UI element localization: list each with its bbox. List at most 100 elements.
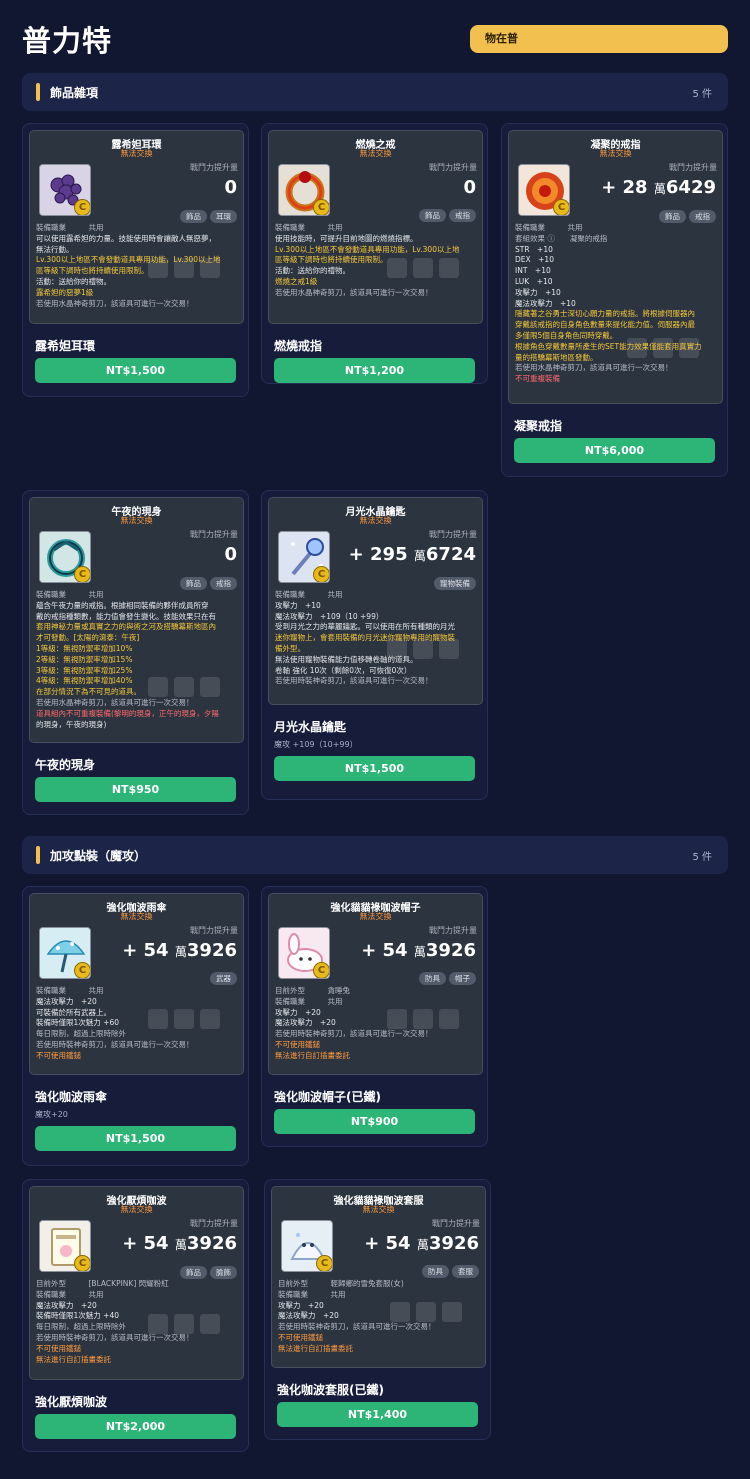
item-category-tag: 飾品 [659, 210, 686, 223]
no-trade-label: 無法交換 [359, 912, 392, 921]
no-trade-label: 無法交換 [362, 1205, 395, 1214]
item-category-tag: 飾品 [180, 210, 207, 223]
item-tags: 防具 套服 [422, 1265, 479, 1278]
card-item-name: 強化咖波帽子(已鐵) [274, 1090, 381, 1104]
tooltip-line: 才可發動。[太陽的瀉泰：午夜] [36, 633, 140, 643]
item-category-tag: 帽子 [449, 972, 476, 985]
tooltip-line: 區等級下調時也將持續使用限制。 [36, 266, 149, 276]
tooltip-line: 迷你寵物上，會套用裝備的月光迷你寵物專用的寵物裝 [275, 633, 455, 643]
tooltip-line: LUK +10 [515, 276, 553, 286]
power-increase-value: 0 [224, 544, 237, 565]
power-value: + 295 [348, 544, 408, 565]
item-tooltip[interactable]: 強化貓貓祿咖波帽子 無法交換 戰鬥力提升量 + 54 萬3926 C 防具 帽子 … [268, 893, 483, 1075]
buy-price-button[interactable]: NT$1,200 [274, 358, 475, 383]
tooltip-line: 受到月光之力的華麗鑰匙。可以使用在所有種類的月光 [275, 622, 455, 632]
product-card: 燃燒之戒 無法交換 戰鬥力提升量 0 C 飾品 戒指 裝備職業 共用 使用技能時，可… [261, 123, 488, 384]
power-increase-value: 0 [463, 177, 476, 198]
tooltip-line: 裝備職業 共用 [36, 223, 104, 232]
tooltip-line: 魔法攻擊力 +20 [275, 1018, 336, 1028]
tooltip-line: 裝備時僅限1次魅力 +60 [36, 1018, 119, 1028]
buy-price-button[interactable]: NT$6,000 [514, 438, 715, 463]
power-value: + 54 [361, 940, 408, 961]
item-category-tag: 戒指 [449, 209, 476, 222]
tooltip-body: 目前外型 輕歸鄉的雪兔套服(女) 裝備職業 共用 攻擊力 +20 魔法攻擊力 +20 若… [278, 1279, 480, 1355]
coin-icon: C [74, 1255, 90, 1271]
section-count: 5 件 [692, 852, 712, 863]
buy-price-button[interactable]: NT$1,500 [35, 358, 236, 383]
no-trade-label: 無法交換 [120, 1205, 153, 1214]
midnight-ring-icon: C [39, 531, 91, 583]
card-item-name: 燃燒戒指 [274, 339, 323, 353]
tooltip-line: 無法行動。 [36, 244, 74, 254]
power-unit: 萬 [416, 1238, 429, 1252]
item-tooltip[interactable]: 月光水晶鑰匙 無法交換 戰鬥力提升量 + 295 萬6724 C 寵物裝備 裝備… [268, 497, 483, 705]
tooltip-line: 區等級下調時也將持續使用限制。 [275, 255, 388, 265]
tooltip-line: 4等級：無視防禦率增加40% [36, 676, 133, 686]
item-tooltip[interactable]: 強化貓貓祿咖波套服 無法交換 戰鬥力提升量 + 54 萬3926 C 防具 套服 … [271, 1186, 486, 1368]
power-tail: 6429 [665, 177, 716, 198]
tooltip-line: 套組效果 ⓘ 凝聚的戒指 [515, 233, 608, 243]
tooltip-body: 裝備職業 共用 蘊含午夜力量的戒指。根據相同裝備的夥伴成員所穿 戴的戒指種類數，能力… [36, 590, 238, 730]
buy-price-button[interactable]: NT$1,500 [274, 756, 475, 781]
tooltip-line: INT +10 [515, 266, 551, 276]
item-tags: 飾品 戒指 [659, 210, 716, 223]
tooltip-line: 可裝備於所有武器上。 [36, 1007, 111, 1017]
tooltip-body: 裝備職業 共用 攻擊力 +10 魔法攻擊力 +109（10 +99） 受到月光之力的華… [275, 590, 477, 687]
tooltip-line: 若使用時裝神奇剪刀，該道具可進行一次交易！ [36, 1039, 194, 1049]
buy-price-button[interactable]: NT$1,400 [277, 1402, 478, 1427]
coin-icon: C [553, 199, 569, 215]
tooltip-line: 無法進行自訂插畫委託 [36, 1354, 111, 1364]
card-item-name: 露希妲耳環 [35, 339, 96, 353]
tooltip-line: 3等級：無視防禦率增加25% [36, 665, 133, 675]
tooltip-line: 可以使用露希妲的力量。技能使用時會讓敵人無惡夢， [36, 233, 216, 243]
item-tooltip[interactable]: 強化咖波雨傘 無法交換 戰鬥力提升量 + 54 萬3926 C 武器 裝備職業 … [29, 893, 244, 1075]
tooltip-line: 若使用水晶神奇剪刀，該道具可進行一次交易！ [36, 697, 194, 707]
buy-price-button[interactable]: NT$950 [35, 777, 236, 802]
tooltip-line: 魔法攻擊力 +20 [36, 1300, 97, 1310]
tooltip-line: 無法進行自訂插畫委託 [275, 1050, 350, 1060]
tooltip-line: 若使用水晶神奇剪刀，該道具可進行一次交易！ [275, 287, 433, 297]
tooltip-line: 裝備職業 共用 [275, 996, 343, 1006]
card-item-stat: 魔攻 +109（10+99） [274, 740, 358, 749]
item-tooltip[interactable]: 露希妲耳環 無法交換 戰鬥力提升量 0 C 飾品 耳環 裝備職業 共用 可以使用露希… [29, 130, 244, 324]
power-unit: 萬 [174, 1238, 187, 1252]
section-title: 飾品雜項 [50, 86, 99, 100]
tooltip-line: Lv.300以上地區不會發動道具專用功能，Lv.300以上地 [36, 255, 221, 265]
tooltip-line: 活動：送給你的禮物。 [36, 276, 111, 286]
tooltip-body: 裝備職業 共用 魔法攻擊力 +20 可裝備於所有武器上。 裝備時僅限1次魅力 +60 每… [36, 986, 238, 1062]
buy-price-button[interactable]: NT$2,000 [35, 1414, 236, 1439]
item-tags: 防具 帽子 [419, 972, 476, 985]
coin-icon: C [316, 1255, 332, 1271]
tooltip-body: 目前外型 貪睡兔 裝備職業 共用 攻擊力 +20 魔法攻擊力 +20 若使用時裝神奇剪刀… [275, 986, 477, 1062]
item-tooltip[interactable]: 凝聚的戒指 無法交換 戰鬥力提升量 + 28 萬6429 C 飾品 戒指 裝備職業… [508, 130, 723, 404]
tooltip-line: 使用技能時，可提升目前地圖的燃燒指標。 [275, 233, 418, 243]
buy-price-button[interactable]: NT$900 [274, 1109, 475, 1134]
face-accessory-icon: C [39, 1220, 91, 1272]
bunny-hat-icon: C [278, 927, 330, 979]
tooltip-body: 目前外型 [BLACKPINK] 閃耀粉紅 裝備職業 共用 魔法攻擊力 +20 裝備時… [36, 1279, 238, 1365]
power-increase-label: 戰鬥力提升量 [429, 163, 477, 172]
snow-outfit-icon: C [281, 1220, 333, 1272]
item-category-tag: 飾品 [419, 209, 446, 222]
power-value: + 54 [364, 1233, 411, 1254]
tooltip-line: Lv.300以上地區不會發動道具專用功能，Lv.300以上地 [275, 244, 460, 254]
coin-icon: C [313, 962, 329, 978]
power-tail: 3926 [186, 940, 237, 961]
item-tooltip[interactable]: 強化厭煩咖波 無法交換 戰鬥力提升量 + 54 萬3926 C 飾品 臉飾 目前外… [29, 1186, 244, 1380]
tooltip-line: 不可使用鐵鎚 [275, 1039, 320, 1049]
item-tags: 飾品 耳環 [180, 210, 237, 223]
tooltip-line: 無法進行自訂插畫委託 [278, 1343, 353, 1353]
power-value: + 54 [122, 1233, 169, 1254]
tooltip-body: 裝備職業 共用 可以使用露希妲的力量。技能使用時會讓敵人無惡夢， 無法行動。 Lv.3… [36, 223, 238, 309]
tooltip-line: 套用神秘力量或真實之力的與術之河及搭驕幕斯地區內 [36, 622, 216, 632]
buy-price-button[interactable]: NT$1,500 [35, 1126, 236, 1151]
item-category-tag: 寵物裝備 [434, 577, 476, 590]
tooltip-line: 多僅限5個自身角色同時穿戴。 [515, 330, 618, 340]
power-tail: 3926 [428, 1233, 479, 1254]
status-badge[interactable]: 物在普 [470, 25, 728, 53]
item-tooltip[interactable]: 燃燒之戒 無法交換 戰鬥力提升量 0 C 飾品 戒指 裝備職業 共用 使用技能時，可… [268, 130, 483, 324]
tooltip-line: 裝備職業 共用 [36, 590, 104, 599]
power-increase-label: 戰鬥力提升量 [429, 530, 477, 539]
item-tooltip[interactable]: 午夜的現身 無法交換 戰鬥力提升量 0 C 飾品 戒指 裝備職業 共用 蘊含午夜力量… [29, 497, 244, 743]
power-increase-value: + 54 萬3926 [361, 940, 476, 961]
